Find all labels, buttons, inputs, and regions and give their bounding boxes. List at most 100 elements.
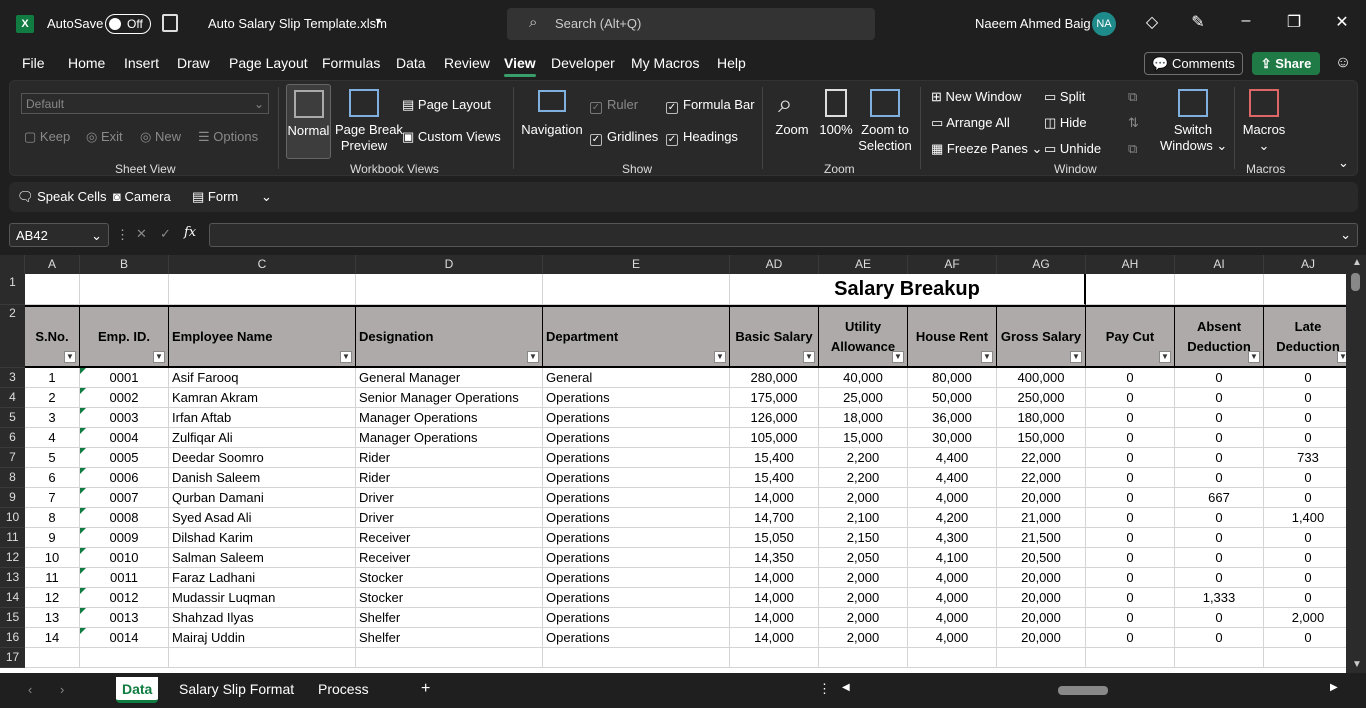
- table-cell[interactable]: 4,000: [908, 488, 997, 508]
- table-cell[interactable]: 0: [1264, 368, 1353, 388]
- table-cell[interactable]: 0: [1086, 408, 1175, 428]
- column-title-7[interactable]: Utility Allowance ▼: [819, 305, 908, 368]
- empty-cell[interactable]: [25, 274, 80, 305]
- minimize-icon[interactable]: –: [1236, 12, 1256, 30]
- share-button[interactable]: ⇪ Share: [1252, 52, 1320, 75]
- chevron-down-icon[interactable]: ▼: [374, 16, 383, 26]
- table-cell[interactable]: 14,350: [730, 548, 819, 568]
- sheet-tab-data[interactable]: Data: [116, 677, 159, 703]
- table-cell[interactable]: 20,000: [997, 608, 1086, 628]
- camera-button[interactable]: ◙ Camera: [113, 189, 171, 204]
- table-cell[interactable]: 9: [25, 528, 80, 548]
- table-cell[interactable]: 80,000: [908, 368, 997, 388]
- table-cell[interactable]: 22,000: [997, 448, 1086, 468]
- empty-cell[interactable]: [1264, 274, 1353, 305]
- table-cell[interactable]: 0007: [80, 488, 169, 508]
- table-cell[interactable]: 2,000: [819, 628, 908, 648]
- table-cell[interactable]: 0: [1264, 408, 1353, 428]
- new-window-button[interactable]: ⊞ New Window: [931, 89, 1021, 105]
- table-cell[interactable]: 2,000: [819, 588, 908, 608]
- menu-home[interactable]: Home: [68, 55, 105, 71]
- table-cell[interactable]: Operations: [543, 468, 730, 488]
- row-header[interactable]: 6: [0, 428, 25, 448]
- filter-dropdown-icon[interactable]: ▼: [1159, 351, 1171, 363]
- row-header[interactable]: 13: [0, 568, 25, 588]
- form-button[interactable]: ▤ Form: [192, 189, 238, 205]
- table-cell[interactable]: 25,000: [819, 388, 908, 408]
- table-cell[interactable]: 2,200: [819, 448, 908, 468]
- table-cell[interactable]: 8: [25, 508, 80, 528]
- table-cell[interactable]: 20,000: [997, 568, 1086, 588]
- scroll-left-icon[interactable]: ◀: [842, 682, 850, 693]
- empty-cell[interactable]: [997, 648, 1086, 668]
- employee-name-cell[interactable]: Kamran Akram: [169, 388, 356, 408]
- customize-qat-icon[interactable]: ⌄: [261, 189, 272, 205]
- column-header[interactable]: AI: [1175, 255, 1264, 274]
- table-cell[interactable]: 2,000: [819, 488, 908, 508]
- empty-cell[interactable]: [1175, 648, 1264, 668]
- cancel-icon[interactable]: ✕: [136, 226, 147, 242]
- table-cell[interactable]: 150,000: [997, 428, 1086, 448]
- table-cell[interactable]: Driver: [356, 508, 543, 528]
- empty-cell[interactable]: [169, 648, 356, 668]
- table-cell[interactable]: Stocker: [356, 568, 543, 588]
- filter-dropdown-icon[interactable]: ▼: [1248, 351, 1260, 363]
- column-title-6[interactable]: Basic Salary ▼: [730, 305, 819, 368]
- diamond-icon[interactable]: ◇: [1142, 12, 1162, 32]
- table-cell[interactable]: 2: [25, 388, 80, 408]
- employee-name-cell[interactable]: Shahzad Ilyas: [169, 608, 356, 628]
- table-cell[interactable]: 0: [1086, 508, 1175, 528]
- formula-bar[interactable]: ⌄: [209, 223, 1358, 247]
- table-cell[interactable]: 3: [25, 408, 80, 428]
- switch-windows-button[interactable]: Switch Windows ⌄: [1160, 84, 1227, 159]
- empty-cell[interactable]: [1175, 274, 1264, 305]
- table-cell[interactable]: 0006: [80, 468, 169, 488]
- filter-dropdown-icon[interactable]: ▼: [803, 351, 815, 363]
- table-cell[interactable]: 0: [1175, 628, 1264, 648]
- table-cell[interactable]: 2,150: [819, 528, 908, 548]
- table-cell[interactable]: 0: [1086, 568, 1175, 588]
- column-title-9[interactable]: Gross Salary ▼: [997, 305, 1086, 368]
- table-cell[interactable]: 4,100: [908, 548, 997, 568]
- table-cell[interactable]: 2,000: [1264, 608, 1353, 628]
- filter-dropdown-icon[interactable]: ▼: [64, 351, 76, 363]
- table-cell[interactable]: 0: [1175, 388, 1264, 408]
- table-cell[interactable]: 4,000: [908, 588, 997, 608]
- sheet-tab-process[interactable]: Process: [312, 677, 375, 703]
- column-header[interactable]: AH: [1086, 255, 1175, 274]
- table-cell[interactable]: 0: [1175, 368, 1264, 388]
- save-icon[interactable]: [162, 14, 178, 32]
- enter-icon[interactable]: ✓: [160, 226, 171, 242]
- collapse-ribbon-icon[interactable]: ⌄: [1338, 155, 1349, 171]
- navigation-button[interactable]: Navigation: [521, 84, 583, 146]
- table-cell[interactable]: Operations: [543, 628, 730, 648]
- table-cell[interactable]: 4: [25, 428, 80, 448]
- table-cell[interactable]: 0: [1086, 428, 1175, 448]
- empty-cell[interactable]: [543, 274, 730, 305]
- table-cell[interactable]: 0: [1086, 528, 1175, 548]
- table-cell[interactable]: Operations: [543, 608, 730, 628]
- name-box[interactable]: AB42 ⌄: [9, 223, 109, 247]
- table-cell[interactable]: 400,000: [997, 368, 1086, 388]
- table-cell[interactable]: 0: [1175, 548, 1264, 568]
- table-cell[interactable]: 250,000: [997, 388, 1086, 408]
- search-box[interactable]: ⌕ Search (Alt+Q): [507, 8, 875, 40]
- row-header[interactable]: 4: [0, 388, 25, 408]
- formula-bar-checkbox[interactable]: ✓ Formula Bar: [666, 97, 755, 114]
- row-header[interactable]: 11: [0, 528, 25, 548]
- table-cell[interactable]: 0: [1264, 588, 1353, 608]
- table-cell[interactable]: Operations: [543, 588, 730, 608]
- column-header[interactable]: A: [25, 255, 80, 274]
- avatar[interactable]: NA: [1092, 12, 1116, 36]
- menu-my-macros[interactable]: My Macros: [631, 55, 699, 71]
- ruler-checkbox[interactable]: ✓ Ruler: [590, 97, 638, 114]
- column-header[interactable]: AF: [908, 255, 997, 274]
- gridlines-checkbox[interactable]: ✓ Gridlines: [590, 129, 658, 146]
- table-cell[interactable]: 22,000: [997, 468, 1086, 488]
- unhide-button[interactable]: ▭ Unhide: [1044, 141, 1101, 157]
- arrange-all-button[interactable]: ▭ Arrange All: [931, 115, 1010, 131]
- table-cell[interactable]: 0: [1175, 408, 1264, 428]
- table-cell[interactable]: 0013: [80, 608, 169, 628]
- table-cell[interactable]: 0: [1264, 468, 1353, 488]
- macros-button[interactable]: Macros ⌄: [1240, 84, 1288, 159]
